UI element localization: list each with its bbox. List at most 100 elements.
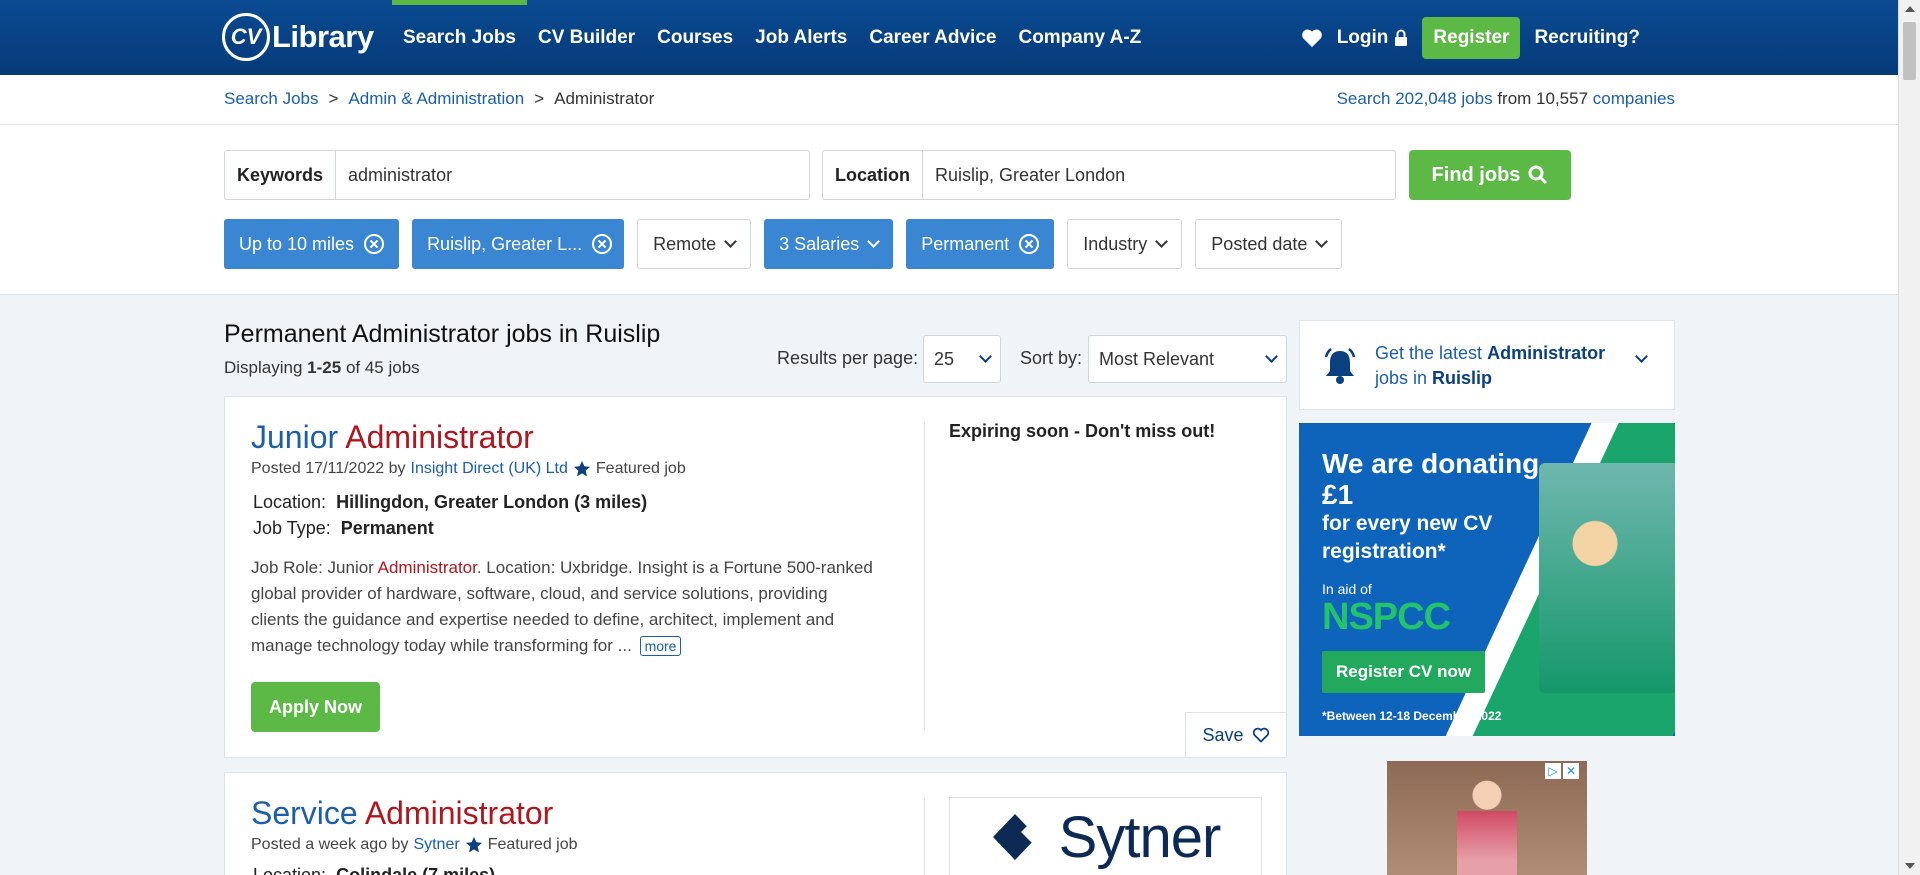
- find-jobs-button[interactable]: Find jobs: [1409, 150, 1571, 200]
- nav-company-a-z[interactable]: Company A-Z: [1007, 0, 1152, 75]
- recruiting-link[interactable]: Recruiting?: [1534, 27, 1640, 49]
- job-card: Service Administrator Posted a week ago …: [224, 772, 1287, 875]
- keywords-field: Keywords: [224, 150, 810, 200]
- job-card: Junior Administrator Posted 17/11/2022 b…: [224, 396, 1287, 758]
- job-alert-box[interactable]: Get the latest Administrator jobs in Rui…: [1299, 320, 1675, 410]
- save-job-button[interactable]: Save: [1185, 712, 1287, 758]
- nspcc-advert[interactable]: We are donating £1 for every new CV regi…: [1299, 423, 1675, 736]
- stats-search-link[interactable]: Search 202,048 jobs: [1337, 89, 1493, 108]
- job-title-link[interactable]: Junior Administrator: [251, 419, 534, 456]
- job-posted-info: Posted a week ago by Sytner Featured job: [251, 836, 578, 854]
- top-navbar: CV Library Search Jobs CV Builder Course…: [0, 0, 1898, 75]
- job-location: Location: Hillingdon, Greater London (3 …: [253, 492, 648, 512]
- breadcrumb-current: Administrator: [554, 89, 655, 108]
- sort-by-label: Sort by:: [1020, 348, 1083, 368]
- remove-filter-icon[interactable]: [592, 234, 613, 254]
- stats-from: from: [1497, 89, 1532, 108]
- find-jobs-label: Find jobs: [1431, 163, 1521, 186]
- nav-search-jobs[interactable]: Search Jobs: [392, 0, 527, 75]
- breadcrumb-admin[interactable]: Admin & Administration: [348, 89, 524, 109]
- apply-now-button[interactable]: Apply Now: [251, 682, 380, 732]
- filter-remote[interactable]: Remote: [637, 219, 752, 269]
- search-icon: [1528, 165, 1548, 185]
- register-button[interactable]: Register: [1422, 16, 1521, 59]
- login-link[interactable]: Login: [1337, 27, 1409, 49]
- search-panel: Keywords Location Find jobs Up to 10 mil…: [0, 125, 1898, 295]
- scroll-up-arrow-icon[interactable]: [1905, 6, 1915, 12]
- display-advert[interactable]: ▷ ✕: [1387, 761, 1587, 875]
- logo-wordmark: Library: [272, 19, 374, 54]
- close-ad-icon[interactable]: ✕: [1563, 763, 1579, 779]
- adchoices-icon[interactable]: ▷: [1545, 763, 1561, 779]
- star-icon: [465, 836, 482, 853]
- cv-library-logo[interactable]: CV Library: [222, 12, 374, 62]
- location-field: Location: [822, 150, 1396, 200]
- nav-cv-builder[interactable]: CV Builder: [527, 0, 646, 75]
- chevron-down-icon: [867, 235, 881, 248]
- results-per-page-label: Results per page:: [777, 348, 919, 368]
- scrollbar-thumb[interactable]: [1903, 22, 1916, 80]
- chevron-down-icon: [1155, 235, 1169, 248]
- ad-child-photo: [1539, 463, 1675, 693]
- heart-outline-icon: [1252, 727, 1269, 743]
- chevron-down-icon: [724, 235, 738, 248]
- heart-icon[interactable]: [1301, 28, 1323, 48]
- results-per-page-select[interactable]: 25: [923, 335, 1001, 383]
- breadcrumb-bar: Search Jobs > Admin & Administration > A…: [0, 75, 1898, 125]
- filter-distance[interactable]: Up to 10 miles: [224, 219, 400, 269]
- page-scrollbar[interactable]: [1898, 0, 1920, 875]
- keywords-label: Keywords: [225, 151, 337, 199]
- scroll-down-arrow-icon[interactable]: [1905, 863, 1915, 869]
- chevron-down-icon: [1315, 235, 1329, 248]
- filter-location[interactable]: Ruislip, Greater L...: [412, 219, 625, 269]
- expiring-notice: Expiring soon - Don't miss out!: [949, 421, 1216, 441]
- more-button[interactable]: more: [639, 636, 682, 656]
- company-logo[interactable]: Sytner: [949, 797, 1262, 875]
- filter-job-type[interactable]: Permanent: [906, 219, 1055, 269]
- company-link[interactable]: Sytner: [413, 836, 459, 854]
- filter-posted-date[interactable]: Posted date: [1195, 219, 1343, 269]
- card-divider: [924, 798, 925, 875]
- chevron-down-icon: [979, 350, 992, 363]
- star-icon: [573, 460, 590, 477]
- ad-footnote: *Between 12-18 December 2022: [1322, 709, 1502, 723]
- filter-salaries[interactable]: 3 Salaries: [764, 219, 894, 269]
- ad-headline: We are donating £1: [1322, 448, 1540, 510]
- company-link[interactable]: Insight Direct (UK) Ltd: [411, 460, 568, 478]
- breadcrumb-separator: >: [534, 89, 545, 108]
- nav-career-advice[interactable]: Career Advice: [858, 0, 1007, 75]
- sort-by-select[interactable]: Most Relevant: [1088, 335, 1287, 383]
- location-label: Location: [823, 151, 923, 199]
- login-label: Login: [1336, 26, 1389, 48]
- logo-cv-mark: CV: [222, 13, 270, 61]
- lock-icon: [1395, 29, 1408, 46]
- job-posted-info: Posted 17/11/2022 by Insight Direct (UK)…: [251, 460, 686, 478]
- location-input[interactable]: [923, 151, 1395, 199]
- breadcrumb-separator: >: [328, 89, 339, 108]
- stats-companies-link[interactable]: companies: [1593, 89, 1675, 108]
- ad-choices[interactable]: ▷ ✕: [1545, 763, 1579, 779]
- job-description: Job Role: Junior Administrator. Location…: [251, 558, 873, 656]
- chevron-down-icon[interactable]: [1635, 350, 1648, 363]
- ad-in-aid-of: In aid of: [1322, 581, 1372, 597]
- job-alert-text: Get the latest Administrator jobs in Rui…: [1375, 343, 1606, 388]
- job-type: Job Type: Permanent: [253, 518, 434, 538]
- sytner-logo-text: Sytner: [1058, 804, 1222, 870]
- featured-label: Featured job: [487, 836, 578, 853]
- card-divider: [924, 422, 925, 730]
- keywords-input[interactable]: [336, 151, 809, 199]
- ad-person-image: [1457, 771, 1517, 875]
- remove-filter-icon[interactable]: [1019, 234, 1040, 254]
- remove-filter-icon[interactable]: [364, 234, 385, 254]
- job-title-link[interactable]: Service Administrator: [251, 795, 553, 832]
- nav-job-alerts[interactable]: Job Alerts: [744, 0, 858, 75]
- breadcrumb-search-jobs[interactable]: Search Jobs: [224, 89, 319, 109]
- chevron-down-icon: [1265, 350, 1278, 363]
- filter-industry[interactable]: Industry: [1067, 219, 1183, 269]
- account-nav: Login Register Recruiting?: [1301, 0, 1640, 75]
- nav-courses[interactable]: Courses: [646, 0, 744, 75]
- ad-register-cv-button[interactable]: Register CV now: [1322, 651, 1486, 693]
- main-nav: Search Jobs CV Builder Courses Job Alert…: [392, 0, 1152, 75]
- results-title: Permanent Administrator jobs in Ruislip: [224, 320, 661, 348]
- breadcrumb: Search Jobs > Admin & Administration > A…: [224, 89, 654, 109]
